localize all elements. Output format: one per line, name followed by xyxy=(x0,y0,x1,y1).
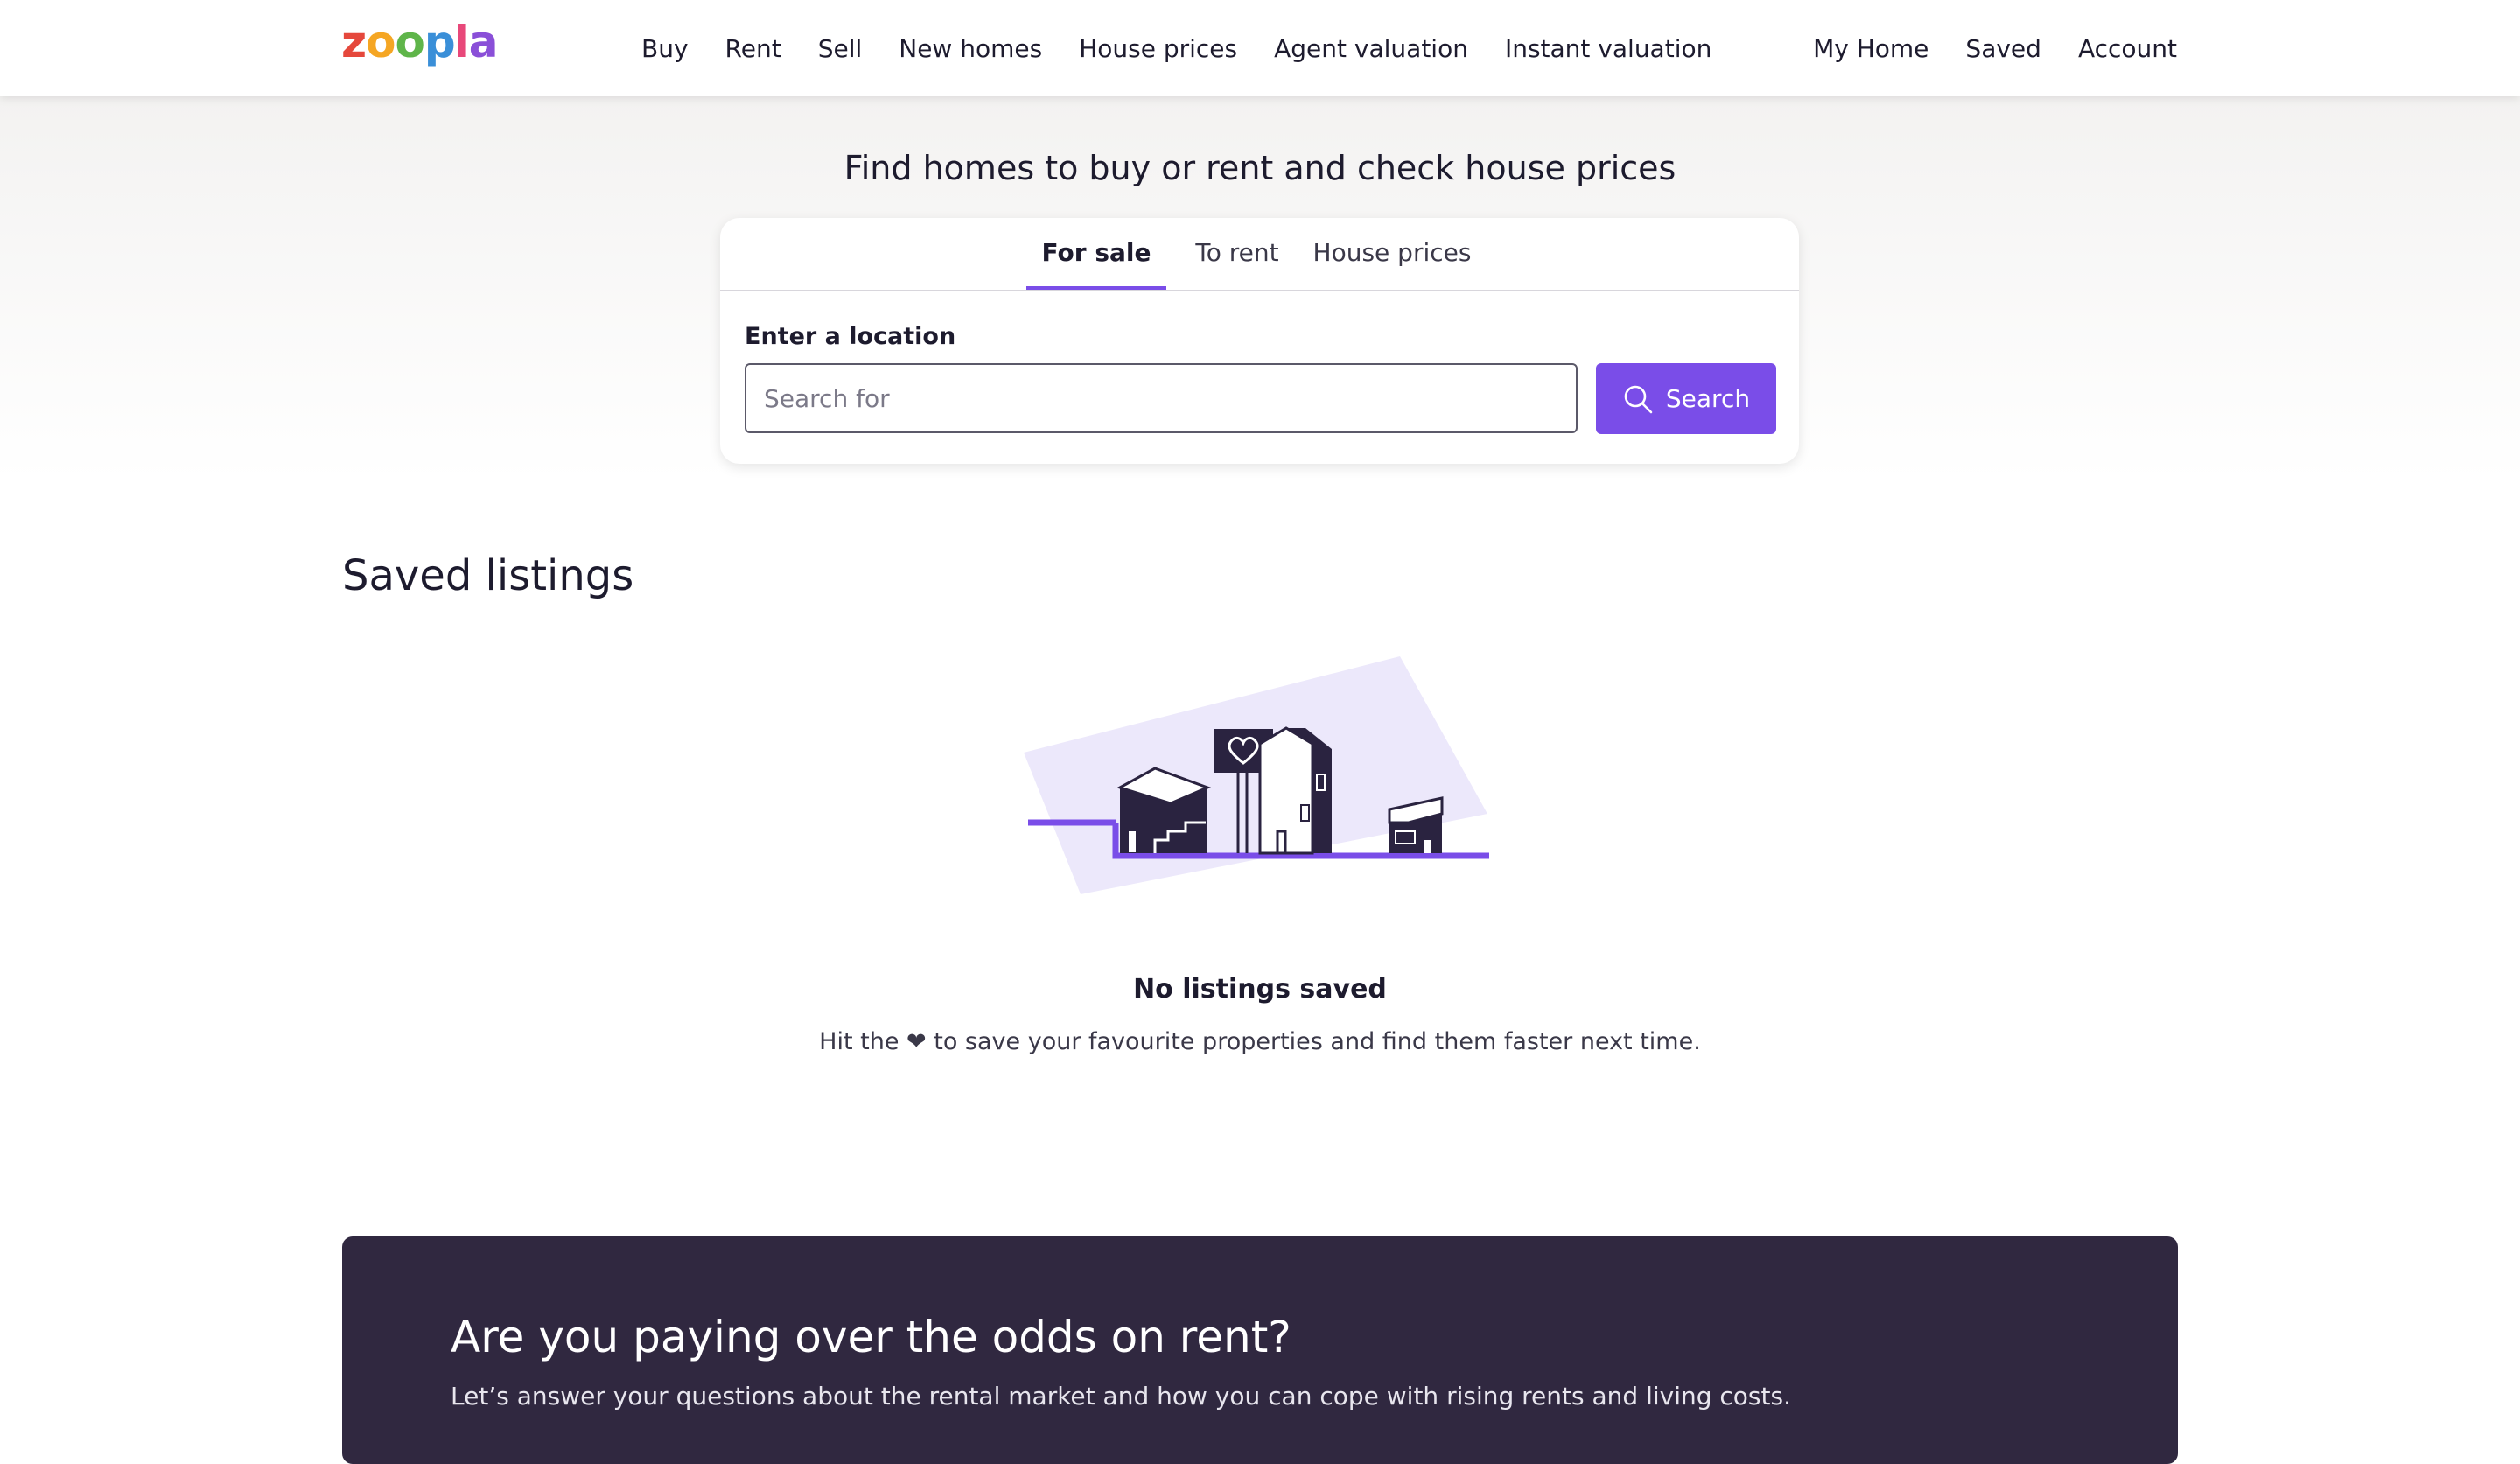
search-button[interactable]: Search xyxy=(1596,363,1776,434)
empty-houses-illustration xyxy=(1024,656,1489,894)
empty-state-text: Hit the ❤ to save your favourite propert… xyxy=(819,1028,1701,1055)
saved-listings-title: Saved listings xyxy=(342,551,634,600)
banner-text: Let’s answer your questions about the re… xyxy=(451,1382,1791,1411)
nav-sell[interactable]: Sell xyxy=(818,34,863,63)
nav-instant-valuation[interactable]: Instant valuation xyxy=(1505,34,1712,63)
tab-for-sale[interactable]: For sale xyxy=(1026,218,1166,290)
location-label: Enter a location xyxy=(745,323,956,350)
nav-account[interactable]: Account xyxy=(2078,34,2177,63)
rent-advice-banner[interactable]: Are you paying over the odds on rent? Le… xyxy=(342,1236,2178,1464)
nav-buy[interactable]: Buy xyxy=(641,34,689,63)
nav-new-homes[interactable]: New homes xyxy=(899,34,1042,63)
empty-state-title: No listings saved xyxy=(1133,974,1387,1005)
search-button-label: Search xyxy=(1665,384,1751,413)
logo-letter: p xyxy=(424,17,456,67)
nav-agent-valuation[interactable]: Agent valuation xyxy=(1274,34,1468,63)
main-nav: Buy Rent Sell New homes House prices Age… xyxy=(641,0,1748,96)
banner-title: Are you paying over the odds on rent? xyxy=(451,1312,1292,1362)
nav-house-prices[interactable]: House prices xyxy=(1079,34,1237,63)
nav-rent[interactable]: Rent xyxy=(725,34,781,63)
search-card: For sale To rent House prices Enter a lo… xyxy=(720,218,1799,464)
logo-letter: o xyxy=(366,17,396,67)
account-nav: My Home Saved Account xyxy=(1813,0,2177,96)
logo-letter: l xyxy=(454,17,470,67)
search-tabs: For sale To rent House prices xyxy=(720,218,1799,291)
tab-house-prices[interactable]: House prices xyxy=(1305,218,1480,288)
nav-my-home[interactable]: My Home xyxy=(1813,34,1928,63)
hero-title: Find homes to buy or rent and check hous… xyxy=(844,149,1676,187)
zoopla-logo[interactable]: zoopla xyxy=(341,17,499,67)
logo-letter: o xyxy=(395,17,424,67)
nav-saved[interactable]: Saved xyxy=(1965,34,2041,63)
location-search-input[interactable] xyxy=(745,363,1578,433)
search-icon xyxy=(1624,385,1653,413)
top-navigation-bar: zoopla Buy Rent Sell New homes House pri… xyxy=(0,0,2520,96)
logo-letter: a xyxy=(468,17,499,67)
tab-to-rent[interactable]: To rent xyxy=(1182,218,1292,288)
logo-letter: z xyxy=(341,17,367,67)
